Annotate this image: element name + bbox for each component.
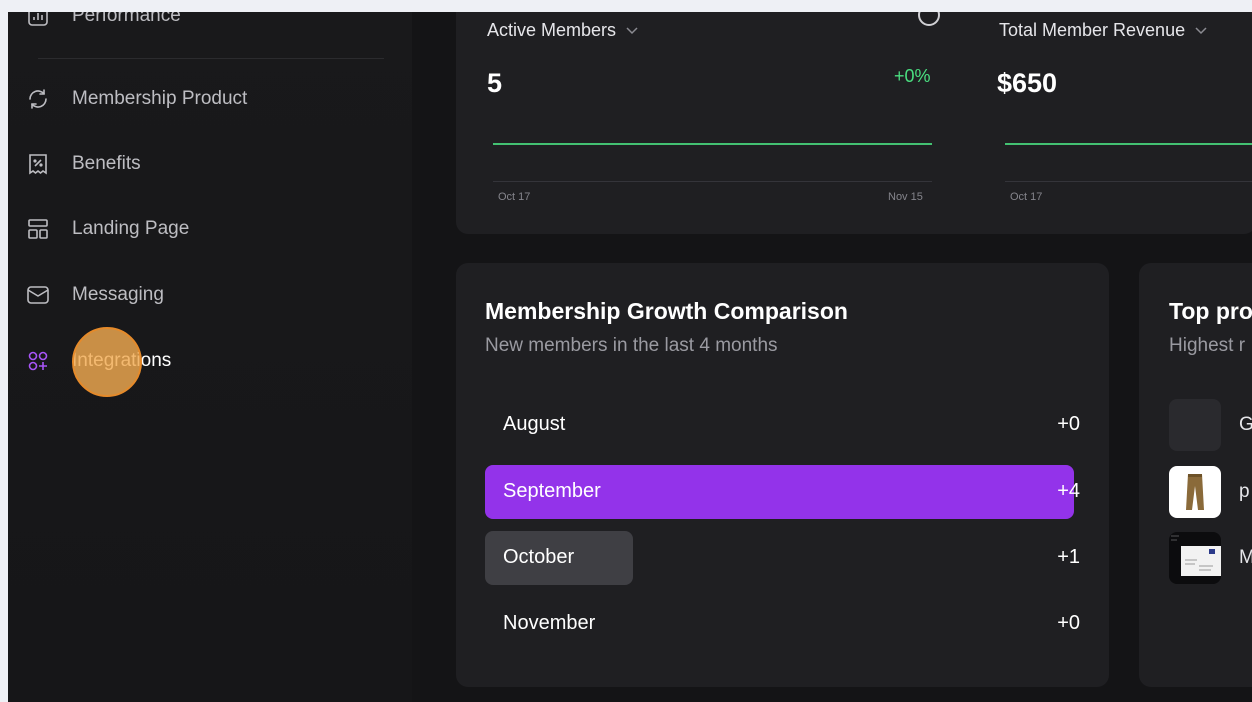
- stat-title-dropdown[interactable]: Total Member Revenue: [999, 20, 1207, 41]
- month-name: September: [503, 480, 601, 502]
- card-title: Top pro: [1169, 298, 1252, 324]
- layout-icon: [26, 217, 50, 241]
- month-row[interactable]: September +4: [485, 465, 1080, 519]
- product-name: G: [1239, 414, 1252, 435]
- x-axis-end-label: Nov 15: [888, 191, 923, 203]
- sidebar-item-label: Messaging: [72, 284, 164, 305]
- chevron-down-icon: [1195, 23, 1207, 38]
- month-count: +0: [1057, 612, 1080, 634]
- chart-axis: [1005, 181, 1252, 182]
- apps-add-icon: [26, 349, 50, 373]
- stat-title-dropdown[interactable]: Active Members: [487, 20, 638, 41]
- sidebar-item-messaging[interactable]: Messaging: [26, 275, 164, 315]
- month-count: +4: [1057, 480, 1080, 502]
- top-products-card: Top pro Highest r G p M: [1139, 263, 1252, 687]
- card-subtitle: New members in the last 4 months: [485, 335, 778, 356]
- sidebar-item-label: Integrations: [72, 350, 172, 371]
- sidebar-item-integrations[interactable]: Integrations: [26, 341, 171, 381]
- stat-value: $650: [997, 68, 1058, 98]
- mail-icon: [26, 283, 50, 307]
- chart-axis: [493, 181, 932, 182]
- trend-line: [1005, 143, 1252, 145]
- membership-growth-card: Membership Growth Comparison New members…: [456, 263, 1109, 687]
- sidebar-item-label: Performance: [72, 12, 181, 26]
- sidebar-item-benefits[interactable]: Benefits: [26, 144, 141, 184]
- chevron-down-icon: [626, 23, 638, 38]
- month-name: August: [503, 413, 566, 435]
- refresh-icon: [26, 87, 50, 111]
- document-image: [1169, 532, 1221, 584]
- stat-title: Active Members: [487, 20, 617, 40]
- trend-line: [493, 143, 932, 145]
- stat-value: 5: [487, 68, 503, 98]
- product-item[interactable]: M: [1169, 532, 1252, 584]
- month-count: +1: [1057, 546, 1080, 568]
- card-subtitle: Highest r: [1169, 335, 1246, 356]
- product-thumbnail: [1169, 399, 1221, 451]
- sidebar-item-label: Membership Product: [72, 88, 248, 109]
- product-name: M: [1239, 547, 1252, 568]
- sidebar: Performance Membership Product Benefits …: [8, 12, 412, 702]
- x-axis-start-label: Oct 17: [1010, 191, 1043, 203]
- discount-receipt-icon: [26, 152, 50, 176]
- month-row[interactable]: August +0: [485, 398, 1080, 452]
- month-row[interactable]: October +1: [485, 531, 1080, 585]
- stats-card: Active Members 5 +0% Oct 17 Nov 15 Total…: [456, 12, 1252, 234]
- stat-title: Total Member Revenue: [999, 20, 1186, 40]
- app-window: Performance Membership Product Benefits …: [8, 12, 1252, 702]
- sidebar-item-performance[interactable]: Performance: [26, 12, 181, 36]
- product-item[interactable]: p: [1169, 466, 1250, 518]
- month-row[interactable]: November +0: [485, 597, 1080, 651]
- sidebar-item-membership-product[interactable]: Membership Product: [26, 79, 247, 119]
- product-item[interactable]: G: [1169, 399, 1252, 451]
- stat-delta: +0%: [894, 66, 931, 86]
- pants-image: [1169, 466, 1221, 518]
- month-count: +0: [1057, 413, 1080, 435]
- sidebar-item-label: Benefits: [72, 153, 141, 174]
- card-title: Membership Growth Comparison: [485, 298, 848, 324]
- sidebar-divider: [38, 58, 384, 59]
- product-name: p: [1239, 481, 1250, 502]
- month-name: October: [503, 546, 575, 568]
- sidebar-item-label: Landing Page: [72, 218, 190, 239]
- chart-icon: [26, 12, 50, 28]
- x-axis-start-label: Oct 17: [498, 191, 531, 203]
- sidebar-item-landing-page[interactable]: Landing Page: [26, 209, 189, 249]
- month-name: November: [503, 612, 596, 634]
